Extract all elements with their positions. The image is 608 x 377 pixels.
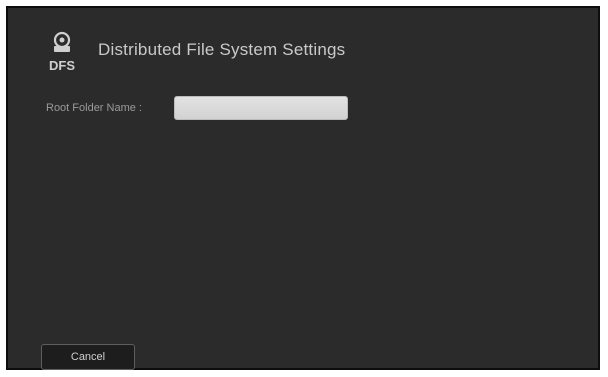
dfs-icon: DFS xyxy=(38,30,86,76)
settings-dialog: DFS Distributed File System Settings Roo… xyxy=(6,6,600,370)
svg-text:DFS: DFS xyxy=(49,58,75,73)
dialog-title: Distributed File System Settings xyxy=(98,40,346,59)
cancel-button[interactable]: Cancel xyxy=(41,344,135,370)
dialog-header: DFS Distributed File System Settings xyxy=(38,30,345,76)
root-folder-label: Root Folder Name : xyxy=(46,102,142,114)
root-folder-input[interactable] xyxy=(174,96,348,120)
root-folder-row: Root Folder Name : xyxy=(46,96,348,120)
